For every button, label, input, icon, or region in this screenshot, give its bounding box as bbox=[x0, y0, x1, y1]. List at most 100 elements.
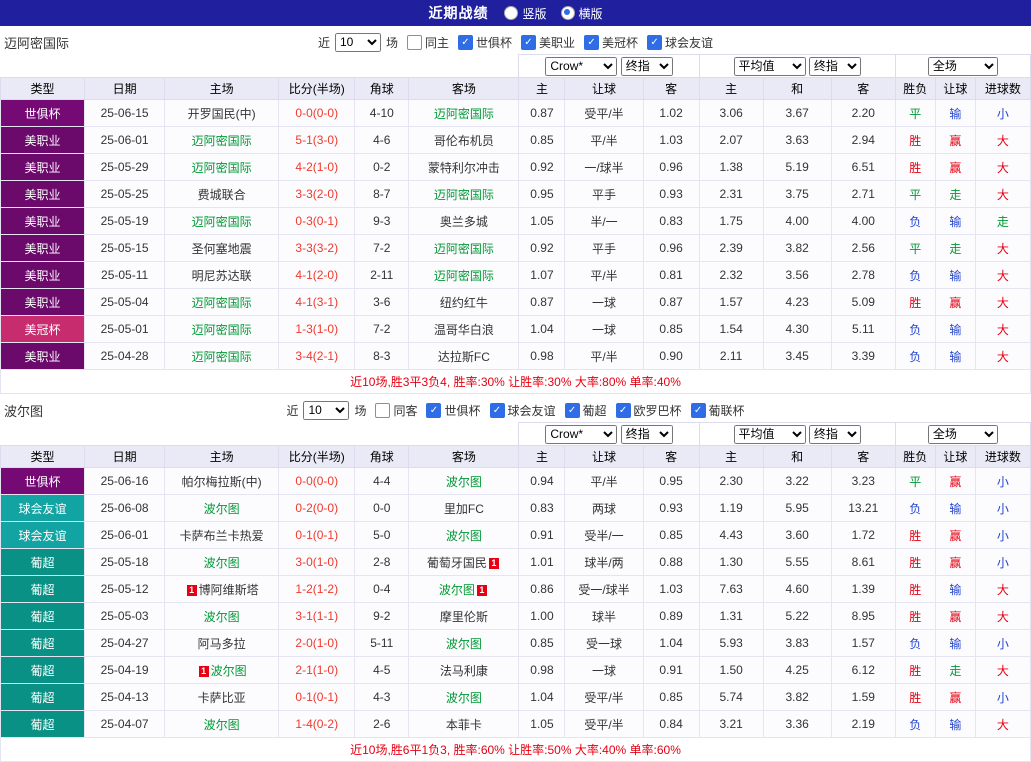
checkbox-icon[interactable]: ✓ bbox=[647, 35, 662, 50]
handicap-result-cell: 输 bbox=[935, 711, 975, 738]
euro-draw-odds-cell: 3.67 bbox=[763, 100, 831, 127]
handicap-result-cell: 输 bbox=[935, 316, 975, 343]
euro-away-odds-cell: 2.19 bbox=[831, 711, 895, 738]
match-count-select[interactable]: 10 bbox=[303, 401, 349, 420]
team-link[interactable]: 波尔图 bbox=[446, 475, 482, 489]
team-link[interactable]: 迈阿密国际 bbox=[192, 161, 252, 175]
team-link[interactable]: 迈阿密国际 bbox=[434, 107, 494, 121]
euro-odds-type-select[interactable]: 终指 bbox=[809, 425, 861, 444]
scope-select[interactable]: 全场 bbox=[928, 57, 998, 76]
team-link[interactable]: 蒙特利尔冲击 bbox=[428, 161, 500, 175]
match-row: 世俱杯25-06-16帕尔梅拉斯(中)0-0(0-0)4-4波尔图0.94平/半… bbox=[1, 468, 1031, 495]
team-link[interactable]: 迈阿密国际 bbox=[434, 188, 494, 202]
filter-checkbox[interactable]: ✓欧罗巴杯 bbox=[616, 402, 682, 419]
team-link[interactable]: 帕尔梅拉斯(中) bbox=[182, 475, 262, 489]
team-link[interactable]: 纽约红牛 bbox=[440, 296, 488, 310]
scope-select[interactable]: 全场 bbox=[928, 425, 998, 444]
red-card-badge: 1 bbox=[477, 585, 487, 596]
euro-draw-odds-cell: 4.23 bbox=[763, 289, 831, 316]
checkbox-icon[interactable]: ✓ bbox=[426, 403, 441, 418]
team-link[interactable]: 摩里伦斯 bbox=[440, 610, 488, 624]
team-link[interactable]: 里加FC bbox=[444, 502, 484, 516]
filter-checkbox[interactable]: ✓葡超 bbox=[565, 402, 607, 419]
asia-bookmaker-select[interactable]: Crow* bbox=[545, 425, 617, 444]
league-type-cell: 葡超 bbox=[1, 711, 85, 738]
checkbox-icon[interactable]: ✓ bbox=[584, 35, 599, 50]
checkbox-icon[interactable]: ✓ bbox=[691, 403, 706, 418]
team-link[interactable]: 博阿维斯塔 bbox=[199, 583, 259, 597]
match-count-select[interactable]: 10 bbox=[335, 33, 381, 52]
team-link[interactable]: 迈阿密国际 bbox=[192, 350, 252, 364]
checkbox-icon[interactable] bbox=[375, 403, 390, 418]
team-link[interactable]: 波尔图 bbox=[446, 691, 482, 705]
team-link[interactable]: 法马利康 bbox=[440, 664, 488, 678]
radio-icon[interactable] bbox=[504, 6, 518, 20]
team-link[interactable]: 葡萄牙国民 bbox=[427, 556, 487, 570]
euro-bookmaker-select[interactable]: 平均值 bbox=[734, 425, 806, 444]
team-link[interactable]: 波尔图 bbox=[204, 610, 240, 624]
filter-checkbox[interactable]: ✓球会友谊 bbox=[647, 34, 713, 51]
checkbox-icon[interactable]: ✓ bbox=[616, 403, 631, 418]
checkbox-icon[interactable]: ✓ bbox=[521, 35, 536, 50]
euro-draw-odds-cell: 3.82 bbox=[763, 684, 831, 711]
team-link[interactable]: 波尔图 bbox=[204, 502, 240, 516]
col-header-score: 比分(半场) bbox=[279, 78, 355, 100]
team-link[interactable]: 波尔图 bbox=[446, 529, 482, 543]
team-link[interactable]: 费城联合 bbox=[198, 188, 246, 202]
euro-bookmaker-select[interactable]: 平均值 bbox=[734, 57, 806, 76]
filter-checkbox[interactable]: ✓葡联杯 bbox=[691, 402, 745, 419]
handicap-result-cell: 输 bbox=[935, 576, 975, 603]
filter-checkbox[interactable]: ✓美职业 bbox=[521, 34, 575, 51]
team-link[interactable]: 波尔图 bbox=[446, 637, 482, 651]
away-team-cell: 温哥华白浪 bbox=[409, 316, 519, 343]
match-date-cell: 25-05-12 bbox=[85, 576, 165, 603]
team-link[interactable]: 迈阿密国际 bbox=[192, 323, 252, 337]
col-header-type: 类型 bbox=[1, 78, 85, 100]
team-link[interactable]: 迈阿密国际 bbox=[192, 134, 252, 148]
asia-odds-type-select[interactable]: 终指 bbox=[621, 425, 673, 444]
team-link[interactable]: 波尔图 bbox=[204, 718, 240, 732]
team-link[interactable]: 本菲卡 bbox=[446, 718, 482, 732]
checkbox-icon[interactable]: ✓ bbox=[490, 403, 505, 418]
team-link[interactable]: 卡萨布兰卡热爱 bbox=[180, 529, 264, 543]
checkbox-icon[interactable]: ✓ bbox=[458, 35, 473, 50]
filter-checkbox[interactable]: ✓美冠杯 bbox=[584, 34, 638, 51]
filter-checkbox[interactable]: ✓世俱杯 bbox=[458, 34, 512, 51]
filter-checkbox[interactable]: ✓球会友谊 bbox=[490, 402, 556, 419]
radio-icon[interactable] bbox=[561, 6, 575, 20]
team-link[interactable]: 迈阿密国际 bbox=[192, 296, 252, 310]
team-link[interactable]: 明尼苏达联 bbox=[192, 269, 252, 283]
goals-result-cell: 大 bbox=[975, 289, 1030, 316]
euro-draw-odds-cell: 4.60 bbox=[763, 576, 831, 603]
checkbox-icon[interactable] bbox=[407, 35, 422, 50]
team-link[interactable]: 阿马多拉 bbox=[198, 637, 246, 651]
euro-home-odds-cell: 3.21 bbox=[699, 711, 763, 738]
team-link[interactable]: 温哥华白浪 bbox=[434, 323, 494, 337]
goals-result-cell: 大 bbox=[975, 181, 1030, 208]
team-link[interactable]: 哥伦布机员 bbox=[434, 134, 494, 148]
summary-text: 近10场,胜3平3负4, 胜率:30% 让胜率:30% 大率:80% 单率:40… bbox=[1, 370, 1031, 394]
team-link[interactable]: 圣何塞地震 bbox=[192, 242, 252, 256]
team-link[interactable]: 迈阿密国际 bbox=[192, 215, 252, 229]
team-link[interactable]: 开罗国民(中) bbox=[188, 107, 256, 121]
team-link[interactable]: 波尔图 bbox=[211, 664, 247, 678]
filter-checkbox[interactable]: 同主 bbox=[407, 34, 449, 51]
team-link[interactable]: 波尔图 bbox=[204, 556, 240, 570]
team-link[interactable]: 达拉斯FC bbox=[438, 350, 490, 364]
home-team-cell: 波尔图 bbox=[165, 549, 279, 576]
team-link[interactable]: 迈阿密国际 bbox=[434, 269, 494, 283]
layout-radio-option[interactable]: 竖版 bbox=[504, 5, 546, 22]
checkbox-icon[interactable]: ✓ bbox=[565, 403, 580, 418]
filter-checkbox[interactable]: ✓世俱杯 bbox=[426, 402, 480, 419]
team-link[interactable]: 迈阿密国际 bbox=[434, 242, 494, 256]
asia-bookmaker-select[interactable]: Crow* bbox=[545, 57, 617, 76]
asia-odds-type-select[interactable]: 终指 bbox=[621, 57, 673, 76]
team-link[interactable]: 波尔图 bbox=[439, 583, 475, 597]
red-card-badge: 1 bbox=[199, 666, 209, 677]
euro-odds-type-select[interactable]: 终指 bbox=[809, 57, 861, 76]
team-link[interactable]: 奥兰多城 bbox=[440, 215, 488, 229]
euro-home-odds-cell: 1.54 bbox=[699, 316, 763, 343]
filter-checkbox[interactable]: 同客 bbox=[375, 402, 417, 419]
layout-radio-option[interactable]: 横版 bbox=[561, 5, 603, 22]
team-link[interactable]: 卡萨比亚 bbox=[198, 691, 246, 705]
